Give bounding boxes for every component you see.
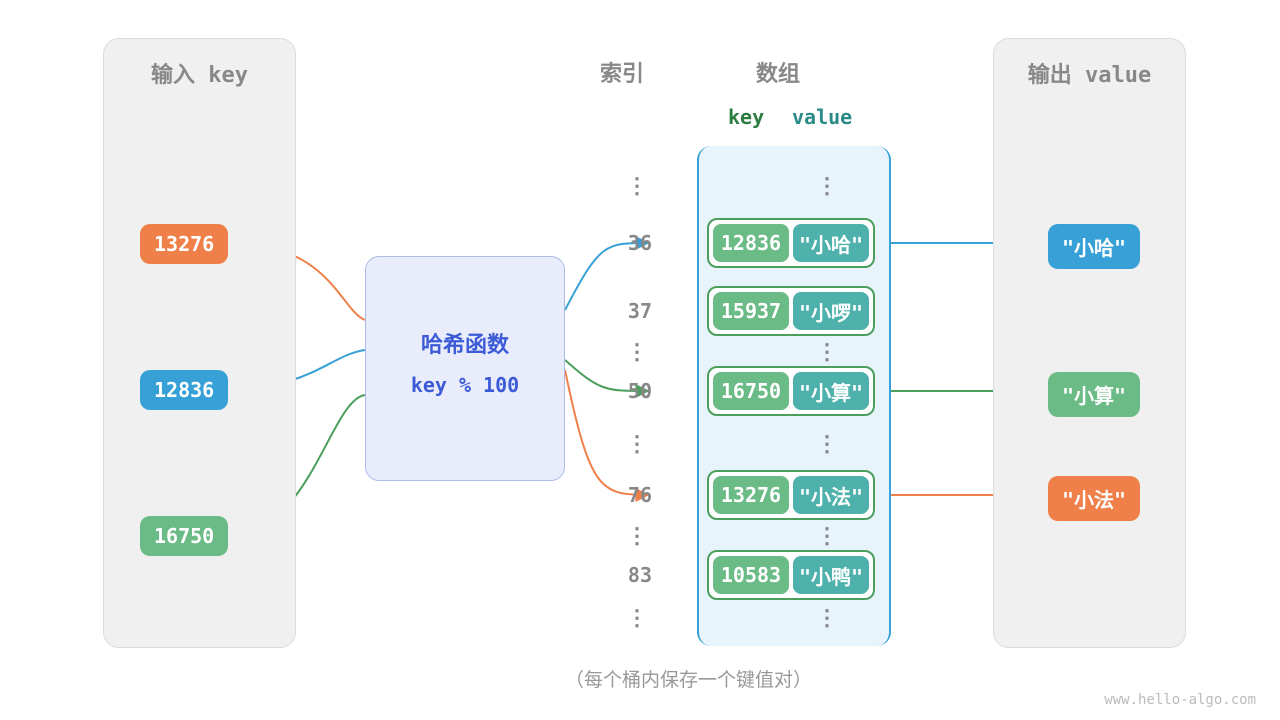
bucket-2: 16750 "小算": [707, 366, 875, 416]
index-1: 37: [612, 299, 652, 323]
bucket-value: "小啰": [793, 292, 869, 330]
index-4: 83: [612, 563, 652, 587]
bucket-value: "小法": [793, 476, 869, 514]
dots-icon: ⋮: [816, 524, 836, 549]
input-key-1: 12836: [140, 370, 228, 410]
output-value-2: "小法": [1048, 476, 1140, 521]
input-panel-title: 输入 key: [104, 57, 295, 89]
bucket-key: 16750: [713, 372, 789, 410]
footer-link: www.hello-algo.com: [1104, 692, 1256, 708]
input-panel: 输入 key: [103, 38, 296, 648]
index-3: 76: [612, 483, 652, 507]
bucket-key: 13276: [713, 476, 789, 514]
output-panel: 输出 value: [993, 38, 1186, 648]
hash-function-box: 哈希函数 key % 100: [365, 256, 565, 481]
index-2: 50: [612, 379, 652, 403]
dots-icon: ⋮: [626, 174, 646, 199]
input-key-2: 16750: [140, 516, 228, 556]
hash-formula: key % 100: [366, 373, 564, 397]
dots-icon: ⋮: [816, 340, 836, 365]
key-subtitle: key: [728, 105, 764, 129]
dots-icon: ⋮: [816, 174, 836, 199]
bucket-value: "小算": [793, 372, 869, 410]
hash-title: 哈希函数: [366, 327, 564, 359]
dots-icon: ⋮: [626, 606, 646, 631]
bucket-value: "小哈": [793, 224, 869, 262]
output-panel-title: 输出 value: [994, 57, 1185, 89]
dots-icon: ⋮: [816, 606, 836, 631]
bucket-0: 12836 "小哈": [707, 218, 875, 268]
bucket-value: "小鸭": [793, 556, 869, 594]
dots-icon: ⋮: [626, 524, 646, 549]
index-column-title: 索引: [600, 56, 644, 88]
dots-icon: ⋮: [626, 340, 646, 365]
dots-icon: ⋮: [626, 432, 646, 457]
caption: （每个桶内保存一个键值对）: [565, 665, 812, 692]
array-column-title: 数组: [756, 56, 800, 88]
bucket-4: 10583 "小鸭": [707, 550, 875, 600]
output-value-1: "小算": [1048, 372, 1140, 417]
bucket-key: 10583: [713, 556, 789, 594]
input-key-0: 13276: [140, 224, 228, 264]
output-value-0: "小哈": [1048, 224, 1140, 269]
value-subtitle: value: [792, 105, 852, 129]
bucket-key: 12836: [713, 224, 789, 262]
bucket-3: 13276 "小法": [707, 470, 875, 520]
bucket-1: 15937 "小啰": [707, 286, 875, 336]
dots-icon: ⋮: [816, 432, 836, 457]
bucket-key: 15937: [713, 292, 789, 330]
index-0: 36: [612, 231, 652, 255]
